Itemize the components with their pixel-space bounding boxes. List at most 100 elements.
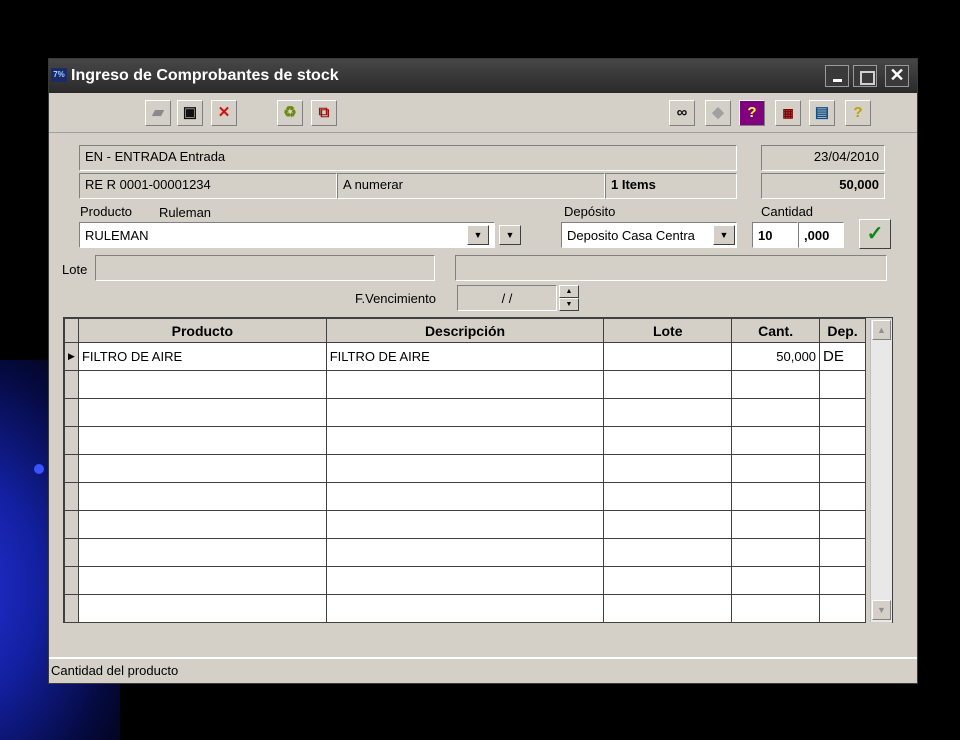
grid-scrollbar[interactable]: ▲ ▼	[870, 320, 892, 622]
cell-descripcion[interactable]	[325, 566, 605, 595]
lot-input[interactable]	[95, 255, 435, 281]
cell-descripcion[interactable]	[325, 594, 605, 623]
help-icon[interactable]: ?	[845, 100, 871, 126]
cell-cantidad[interactable]	[731, 594, 821, 623]
cell-descripcion[interactable]	[325, 370, 605, 399]
product-dropdown-button[interactable]: ▼	[467, 225, 489, 245]
cell-cantidad[interactable]	[731, 398, 821, 427]
recycle-icon[interactable]: ♻	[277, 100, 303, 126]
tag-icon[interactable]: ◆	[705, 100, 731, 126]
delete-icon[interactable]: ✕	[211, 100, 237, 126]
column-header-cant[interactable]: Cant.	[731, 318, 821, 343]
cell-deposito[interactable]	[819, 370, 866, 399]
cell-lote[interactable]	[603, 370, 733, 399]
cell-deposito[interactable]	[819, 454, 866, 483]
cell-producto[interactable]: FILTRO DE AIRE	[77, 342, 327, 371]
cell-producto[interactable]	[77, 426, 327, 455]
title-bar[interactable]: 7% Ingreso de Comprobantes de stock ✕	[49, 59, 917, 93]
cell-producto[interactable]	[77, 370, 327, 399]
maximize-button[interactable]	[853, 65, 877, 87]
column-header-lote[interactable]: Lote	[603, 318, 733, 343]
scroll-down-icon[interactable]: ▼	[872, 600, 891, 620]
cell-lote[interactable]	[603, 594, 733, 623]
cell-lote[interactable]	[603, 482, 733, 511]
confirm-check-icon[interactable]: ✓	[859, 219, 891, 249]
deposit-label: Depósito	[564, 204, 616, 219]
cell-deposito[interactable]	[819, 482, 866, 511]
background-dot	[34, 464, 44, 474]
column-header-producto[interactable]: Producto	[77, 318, 327, 343]
cell-descripcion[interactable]	[325, 510, 605, 539]
search-binoculars-icon[interactable]: ∞	[669, 100, 695, 126]
cell-producto[interactable]	[77, 538, 327, 567]
cell-descripcion[interactable]	[325, 398, 605, 427]
cell-cantidad[interactable]: 50,000	[731, 342, 821, 371]
product-search-button[interactable]: ▼	[499, 225, 521, 245]
expiry-down-icon[interactable]: ▼	[559, 298, 579, 311]
calculator-icon[interactable]: ▤	[809, 100, 835, 126]
table-row[interactable]	[64, 510, 892, 539]
table-row[interactable]	[64, 426, 892, 455]
cell-producto[interactable]	[77, 454, 327, 483]
row-indicator	[64, 566, 79, 595]
cell-deposito[interactable]	[819, 566, 866, 595]
expiry-date-input[interactable]: / /	[457, 285, 557, 311]
column-header-dep[interactable]: Dep.	[819, 318, 866, 343]
close-window-button[interactable]: ✕	[885, 65, 909, 87]
cell-lote[interactable]	[603, 510, 733, 539]
cell-producto[interactable]	[77, 510, 327, 539]
cell-producto[interactable]	[77, 594, 327, 623]
items-grid: Producto Descripción Lote Cant. Dep. ▶ F…	[63, 317, 893, 623]
copy-icon[interactable]: ⧉	[311, 100, 337, 126]
calculator-grid-icon[interactable]: ▦	[775, 100, 801, 126]
table-row[interactable]	[64, 398, 892, 427]
cell-cantidad[interactable]	[731, 566, 821, 595]
voucher-number-field: RE R 0001-00001234	[79, 173, 337, 199]
table-row[interactable]	[64, 454, 892, 483]
cell-deposito[interactable]	[819, 594, 866, 623]
expiry-up-icon[interactable]: ▲	[559, 285, 579, 298]
cell-producto[interactable]	[77, 566, 327, 595]
table-row[interactable]	[64, 566, 892, 595]
quantity-decimal-input[interactable]: ,000	[798, 222, 844, 248]
cell-cantidad[interactable]	[731, 370, 821, 399]
cell-deposito[interactable]	[819, 510, 866, 539]
cell-descripcion[interactable]	[325, 538, 605, 567]
cell-lote[interactable]	[603, 454, 733, 483]
deposit-select[interactable]: Deposito Casa Centra	[561, 222, 737, 248]
table-row[interactable]	[64, 594, 892, 623]
column-header-descripcion[interactable]: Descripción	[325, 318, 605, 343]
cell-cantidad[interactable]	[731, 426, 821, 455]
cell-lote[interactable]	[603, 342, 733, 371]
cell-producto[interactable]	[77, 482, 327, 511]
eraser-icon[interactable]: ▰	[145, 100, 171, 126]
cell-deposito[interactable]	[819, 538, 866, 567]
table-row[interactable]	[64, 482, 892, 511]
cell-deposito[interactable]	[819, 398, 866, 427]
quantity-integer-input[interactable]: 10	[752, 222, 798, 248]
product-input[interactable]: RULEMAN	[79, 222, 495, 248]
table-row[interactable]: ▶ FILTRO DE AIRE FILTRO DE AIRE 50,000 D…	[64, 342, 892, 371]
table-row[interactable]	[64, 370, 892, 399]
cell-cantidad[interactable]	[731, 538, 821, 567]
cell-producto[interactable]	[77, 398, 327, 427]
cell-cantidad[interactable]	[731, 482, 821, 511]
cell-deposito[interactable]	[819, 426, 866, 455]
cell-cantidad[interactable]	[731, 510, 821, 539]
cell-cantidad[interactable]	[731, 454, 821, 483]
cell-deposito[interactable]: DE	[819, 342, 866, 371]
cell-descripcion[interactable]	[325, 454, 605, 483]
cell-lote[interactable]	[603, 398, 733, 427]
deposit-dropdown-button[interactable]: ▼	[713, 225, 735, 245]
help-question-icon[interactable]: ?	[739, 100, 765, 126]
scroll-up-icon[interactable]: ▲	[872, 320, 891, 340]
cell-lote[interactable]	[603, 426, 733, 455]
minimize-button[interactable]	[825, 65, 849, 87]
cell-descripcion[interactable]	[325, 482, 605, 511]
cell-lote[interactable]	[603, 566, 733, 595]
cell-lote[interactable]	[603, 538, 733, 567]
cell-descripcion[interactable]: FILTRO DE AIRE	[325, 342, 605, 371]
cell-descripcion[interactable]	[325, 426, 605, 455]
save-icon[interactable]: ▣	[177, 100, 203, 126]
table-row[interactable]	[64, 538, 892, 567]
